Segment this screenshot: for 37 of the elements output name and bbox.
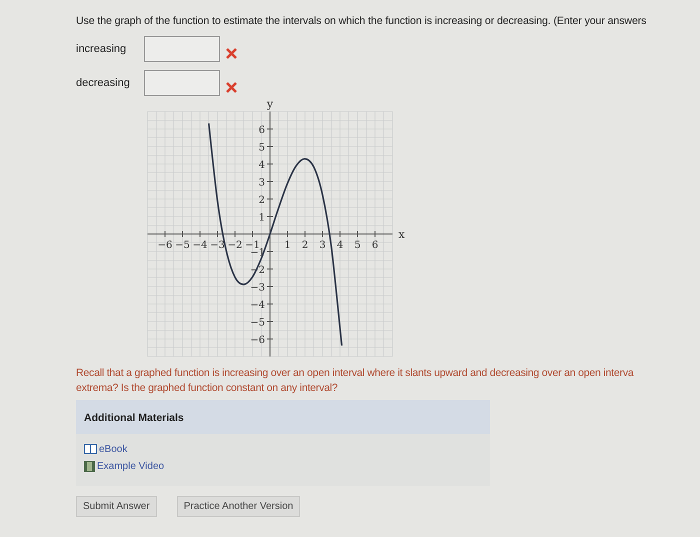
y-tick-label: −6	[250, 334, 265, 346]
x-tick-label: 6	[372, 240, 378, 251]
materials-title: Additional Materials	[84, 412, 184, 424]
x-tick-label: −6	[158, 240, 172, 251]
x-tick-label: −2	[228, 240, 242, 251]
answer-label: decreasing	[76, 76, 131, 91]
x-tick-label: 4	[336, 240, 344, 251]
y-tick-label: 3	[258, 177, 265, 188]
book-icon	[84, 444, 97, 455]
x-tick-label: 1	[284, 240, 291, 251]
x-tick-label: −3	[210, 240, 225, 251]
answer-label: increasing	[76, 42, 128, 57]
x-axis-label: x	[398, 228, 405, 241]
y-tick-label: −3	[250, 282, 265, 294]
hint-text: Recall that a graphed function is increasing over an open interval where it slants upward and decreasing over an open interva extrema? Is the graphed function constant on any interval?	[76, 366, 635, 396]
x-tick-label: −4	[192, 240, 208, 251]
action-button[interactable]: Submit Answer	[76, 496, 157, 517]
y-axis-label: y	[266, 98, 274, 110]
material-link[interactable]: Example Video	[84, 458, 482, 474]
question-text: Use the graph of the function to estimate the intervals on which the function is increasing or decreasing. (Enter your answers	[76, 14, 648, 29]
y-tick-label: 6	[258, 124, 265, 136]
x-tick-label: 3	[319, 240, 326, 251]
x-tick-label: 2	[302, 240, 308, 251]
x-tick-label: −1	[245, 240, 260, 251]
y-tick-label: 1	[258, 212, 265, 224]
y-tick-label: 2	[258, 194, 265, 206]
answer-field[interactable]	[144, 70, 220, 96]
film-icon	[84, 460, 95, 472]
material-link[interactable]: eBook	[84, 442, 482, 457]
y-tick-label: 5	[258, 142, 265, 154]
answer-field[interactable]	[144, 36, 220, 62]
action-button[interactable]: Practice Another Version	[176, 496, 300, 517]
y-tick-label: −5	[250, 317, 265, 328]
x-tick-label: −5	[175, 240, 190, 251]
x-tick-label: 5	[354, 240, 361, 251]
y-tick-label: 4	[258, 160, 265, 171]
y-tick-label: −4	[250, 300, 265, 311]
